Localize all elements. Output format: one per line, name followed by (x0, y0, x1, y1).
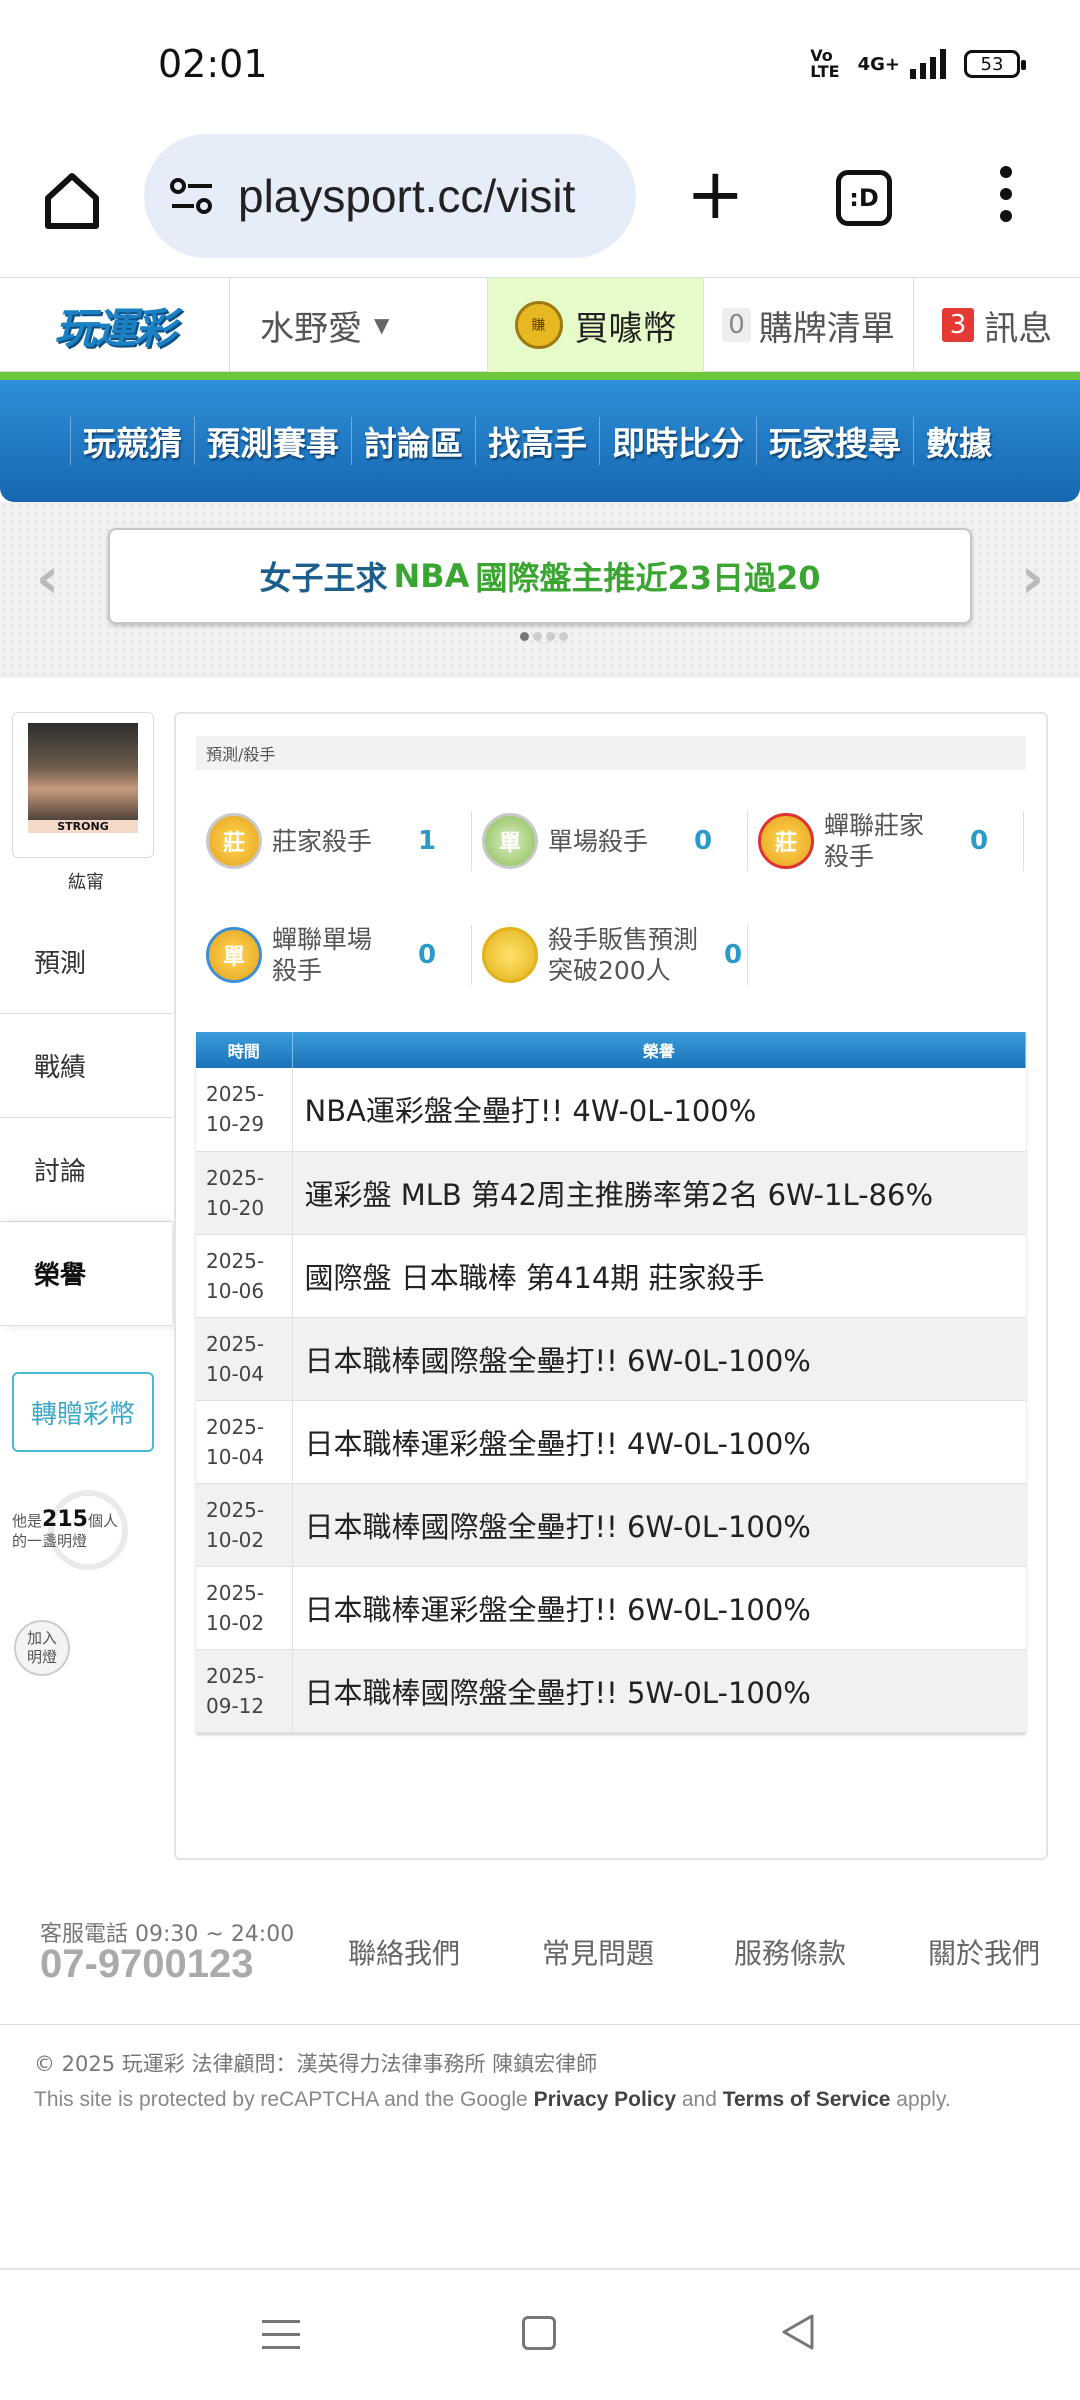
banner-carousel: ‹ 女子王求 NBA 國際盤主推近23日過20 › (0, 502, 1080, 678)
user-dropdown[interactable]: 水野愛 ▼ (230, 278, 488, 372)
nav-item[interactable]: 玩家搜尋 (756, 417, 913, 465)
streak-single-badge-icon: 單 (206, 927, 262, 983)
table-row: 2025- 10-04 日本職棒運彩盤全壘打!! 4W-0L-100% (196, 1400, 1026, 1484)
menu-item-predict[interactable]: 預測 (0, 910, 172, 1014)
banker-badge-icon: 莊 (206, 813, 262, 869)
nav-item[interactable]: 即時比分 (599, 417, 756, 465)
more-menu-icon[interactable] (996, 166, 1016, 222)
stat-streak-banker-killer: 莊 蟬聯莊家 殺手 0 (748, 811, 1024, 871)
killer-stats: 莊 莊家殺手 1 單 單場殺手 0 莊 蟬聯莊家 殺手 0 單 蟬聯單場 殺手 … (196, 784, 1026, 1012)
status-icons: Vo LTE 4G+ 53 (810, 46, 1026, 81)
caret-down-icon: ▼ (374, 313, 390, 337)
site-header: 玩運彩 水野愛 ▼ 賺買噱幣 0 購牌清單 3 訊息 (0, 278, 1080, 372)
copyright: © 2025 玩運彩 法律顧問：漢英得力法律事務所 陳鎮宏律師 (34, 2052, 598, 2076)
table-row: 2025- 10-02 日本職棒國際盤全壘打!! 6W-0L-100% (196, 1483, 1026, 1567)
table-row: 2025- 10-06 國際盤 日本職棒 第414期 莊家殺手 (196, 1234, 1026, 1318)
gift-coin-button[interactable]: 轉贈彩幣 (12, 1372, 154, 1452)
stat-single-killer: 單 單場殺手 0 (472, 811, 748, 871)
stat-count: 1 (418, 826, 437, 856)
stat-sales-killer: 殺手販售預測 突破200人 0 (472, 925, 748, 985)
honor-table: 時間 榮譽 2025- 10-29 NBA運彩盤全壘打!! 4W-0L-100% … (196, 1032, 1026, 1733)
stat-count: 0 (724, 940, 743, 970)
banner-headline[interactable]: 女子王求 NBA 國際盤主推近23日過20 (108, 528, 972, 624)
stat-banker-killer: 莊 莊家殺手 1 (196, 811, 472, 871)
table-row: 2025- 09-12 日本職棒國際盤全壘打!! 5W-0L-100% (196, 1649, 1026, 1733)
status-bar: 02:01 Vo LTE 4G+ 53 (0, 0, 1080, 130)
tab-switcher-button[interactable]: :D (836, 170, 892, 226)
privacy-policy-link[interactable]: Privacy Policy (534, 2088, 676, 2111)
url-text[interactable]: playsport.cc/visit (238, 169, 608, 223)
column-header-honor: 榮譽 (292, 1032, 1026, 1068)
nav-item[interactable]: 找高手 (475, 417, 599, 465)
footer-link-contact[interactable]: 聯絡我們 (348, 1932, 460, 1972)
footer-link-faq[interactable]: 常見問題 (542, 1932, 654, 1972)
hotline-number[interactable]: 07-9700123 (40, 1942, 254, 1987)
sales-badge-icon (482, 927, 538, 983)
lamp-count: 215 (42, 1507, 88, 1532)
home-button-icon[interactable] (522, 2316, 556, 2350)
address-bar[interactable]: playsport.cc/visit (144, 134, 636, 258)
lamp-widget: 他是215個人 的一盞明燈 (8, 1490, 168, 1600)
site-settings-icon[interactable] (168, 176, 216, 216)
browser-toolbar: playsport.cc/visit + :D (0, 130, 1080, 278)
table-row: 2025- 10-20 運彩盤 MLB 第42周主推勝率第2名 6W-1L-86% (196, 1151, 1026, 1235)
join-lamp-button[interactable]: 加入 明燈 (14, 1620, 70, 1676)
buy-list-count: 0 (722, 308, 751, 342)
nav-item[interactable]: 玩競猜 (70, 417, 194, 465)
chevron-right-icon[interactable]: › (1021, 546, 1044, 611)
buy-coin-button[interactable]: 賺買噱幣 (488, 278, 704, 372)
messages-button[interactable]: 3 訊息 (914, 278, 1080, 372)
honor-panel: 預測/殺手 莊 莊家殺手 1 單 單場殺手 0 莊 蟬聯莊家 殺手 0 單 蟬聯… (174, 712, 1048, 1860)
avatar-image: STRONG (28, 723, 138, 833)
recaptcha-notice: This site is protected by reCAPTCHA and … (34, 2088, 951, 2111)
nav-item[interactable]: 數據 (913, 417, 1004, 465)
table-row: 2025- 10-02 日本職棒運彩盤全壘打!! 6W-0L-100% (196, 1566, 1026, 1650)
main-nav: 玩競猜 預測賽事 討論區 找高手 即時比分 玩家搜尋 數據 (0, 380, 1080, 502)
footer-link-terms[interactable]: 服務條款 (734, 1932, 846, 1972)
new-tab-icon[interactable]: + (686, 159, 745, 229)
username: 紘甯 (68, 872, 104, 893)
single-badge-icon: 單 (482, 813, 538, 869)
menu-item-honor[interactable]: 榮譽 (0, 1222, 172, 1326)
back-icon[interactable] (778, 2312, 818, 2352)
home-icon[interactable] (40, 168, 104, 232)
stat-count: 0 (970, 826, 989, 856)
avatar[interactable]: STRONG (12, 712, 154, 858)
terms-of-service-link[interactable]: Terms of Service (723, 2088, 891, 2111)
coin-icon: 賺 (514, 301, 563, 349)
streak-banker-badge-icon: 莊 (758, 813, 814, 869)
recents-icon[interactable] (262, 2320, 300, 2349)
stat-count: 0 (418, 940, 437, 970)
volte-icon: Vo LTE (810, 46, 840, 81)
buy-list-button[interactable]: 0 購牌清單 (704, 278, 914, 372)
chevron-left-icon[interactable]: ‹ (36, 546, 59, 611)
menu-item-discuss[interactable]: 討論 (0, 1118, 172, 1222)
network-type: 4G+ (857, 53, 900, 75)
profile-menu: 預測 戰績 討論 榮譽 (0, 910, 172, 1326)
message-count: 3 (941, 308, 975, 342)
battery-icon: 53 (964, 50, 1026, 78)
stat-count: 0 (694, 826, 713, 856)
menu-item-record[interactable]: 戰績 (0, 1014, 172, 1118)
breadcrumb: 預測/殺手 (196, 736, 1026, 770)
footer-divider (0, 2024, 1080, 2025)
system-navigation-bar (0, 2268, 1080, 2400)
nav-item[interactable]: 討論區 (351, 417, 475, 465)
column-header-date: 時間 (196, 1032, 293, 1068)
nav-item[interactable]: 預測賽事 (194, 417, 351, 465)
clock: 02:01 (158, 42, 268, 86)
table-row: 2025- 10-29 NBA運彩盤全壘打!! 4W-0L-100% (196, 1068, 1026, 1152)
header-accent-line (0, 372, 1080, 380)
signal-icon (910, 49, 946, 79)
stat-streak-single-killer: 單 蟬聯單場 殺手 0 (196, 925, 472, 985)
carousel-dots (520, 632, 568, 641)
site-logo[interactable]: 玩運彩 (0, 278, 230, 372)
table-row: 2025- 10-04 日本職棒國際盤全壘打!! 6W-0L-100% (196, 1317, 1026, 1401)
footer-link-about[interactable]: 關於我們 (928, 1932, 1040, 1972)
